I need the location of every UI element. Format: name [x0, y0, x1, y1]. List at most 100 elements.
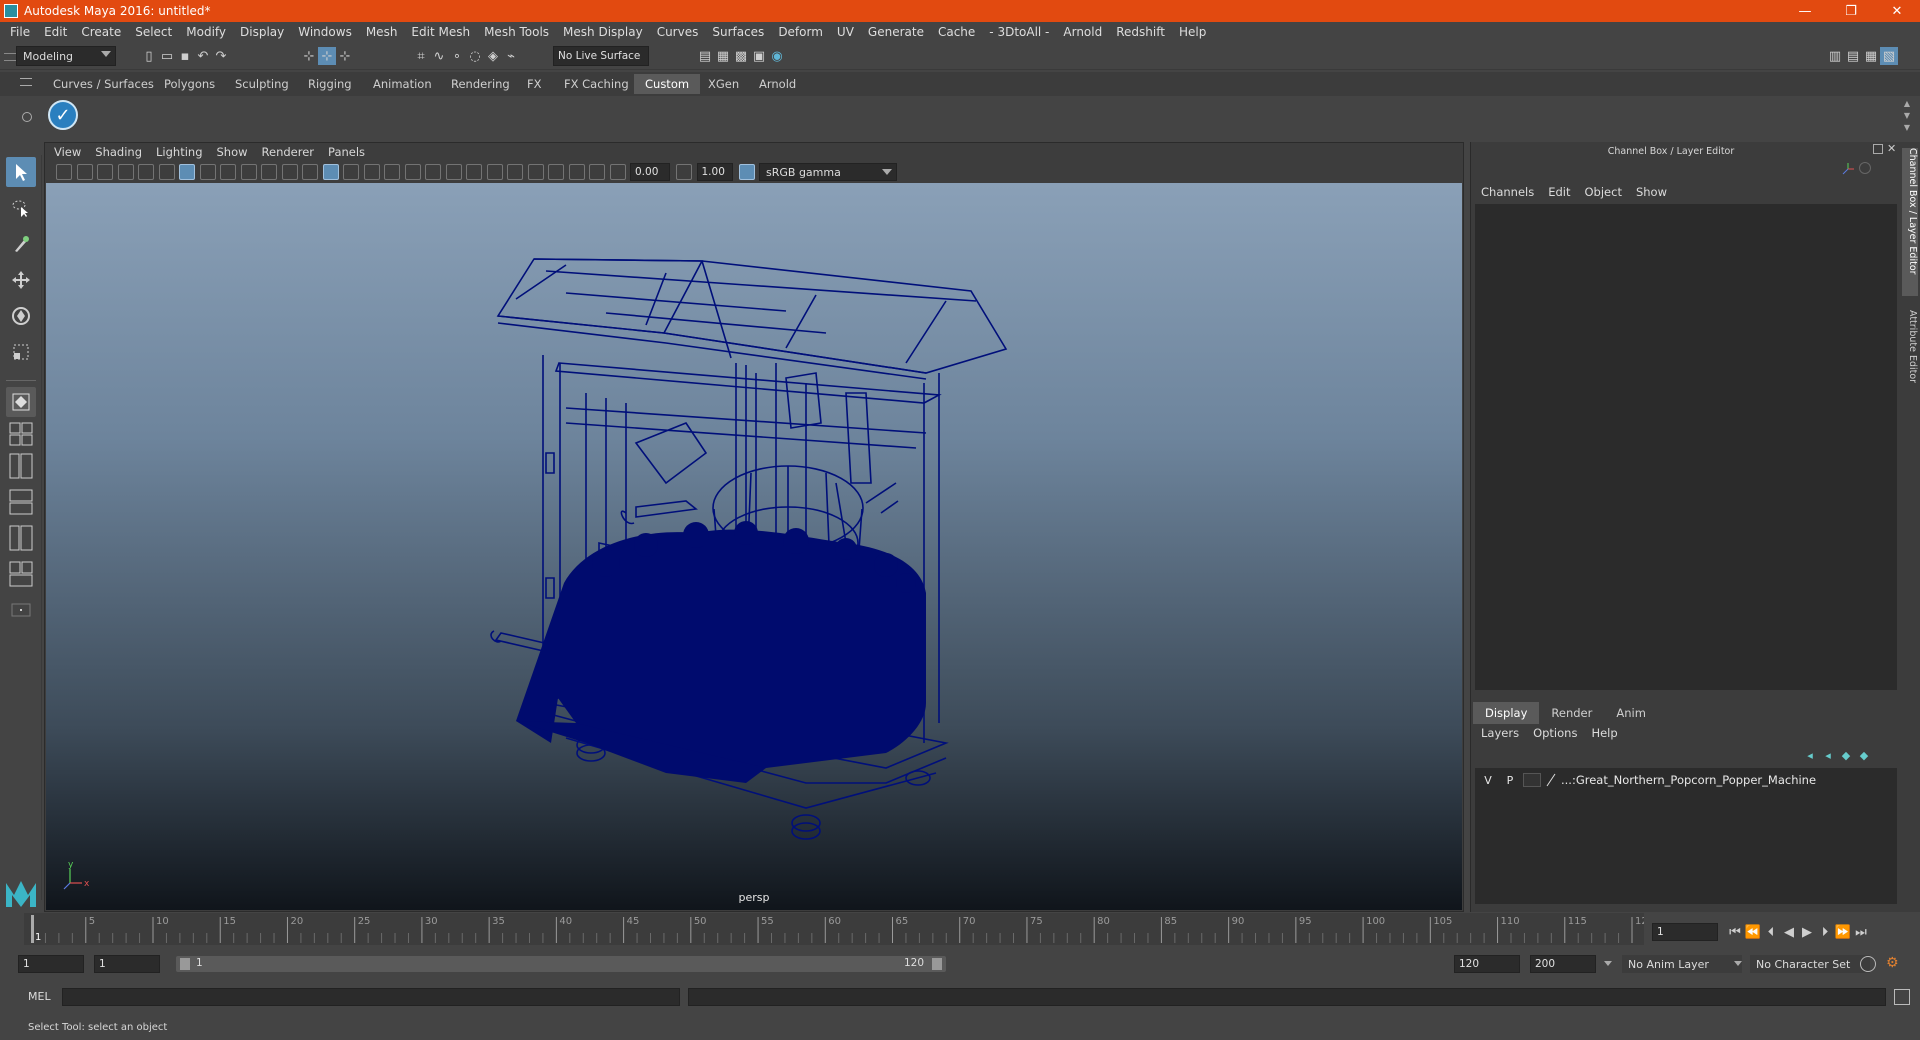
tool-settings-toggle-icon[interactable]: ▦: [1862, 47, 1880, 65]
paint-select-tool-icon[interactable]: [6, 229, 36, 259]
tab-fx-caching[interactable]: FX Caching: [553, 74, 640, 94]
screen-space-ao-icon[interactable]: [445, 164, 462, 180]
select-by-object-icon[interactable]: ⊹: [318, 47, 336, 65]
range-slider[interactable]: 1 120: [176, 956, 946, 972]
channel-box-menu-channels[interactable]: Channels: [1481, 185, 1534, 199]
move-layer-down-icon[interactable]: ◂: [1819, 746, 1837, 764]
menu-create[interactable]: Create: [81, 25, 121, 39]
playback-start-field[interactable]: 1: [94, 955, 160, 973]
hypershade-layout-icon[interactable]: [6, 523, 36, 553]
motion-blur-icon[interactable]: [466, 164, 482, 180]
persp-render-layout-icon[interactable]: [6, 559, 36, 589]
menu-arnold[interactable]: Arnold: [1063, 25, 1102, 39]
command-language-label[interactable]: MEL: [28, 990, 51, 1003]
checkmark-shelf-icon[interactable]: ✓: [48, 100, 78, 130]
layer-visibility-toggle[interactable]: V: [1479, 772, 1497, 788]
viewport-menu-shading[interactable]: Shading: [95, 145, 142, 159]
camera-lock-icon[interactable]: [76, 164, 93, 180]
play-backwards-icon[interactable]: ◀: [1780, 923, 1798, 941]
persp-outliner-layout-icon[interactable]: [6, 451, 36, 481]
range-start-handle[interactable]: [180, 958, 190, 970]
grease-pencil-icon[interactable]: [158, 164, 175, 180]
render-current-frame-icon[interactable]: ▦: [714, 47, 732, 65]
mode-dropdown[interactable]: Modeling: [16, 46, 116, 66]
tab-channel-box-layer-editor[interactable]: Channel Box / Layer Editor: [1902, 148, 1918, 296]
go-to-end-icon[interactable]: ⏭: [1852, 923, 1870, 941]
viewport-menu-renderer[interactable]: Renderer: [262, 145, 315, 159]
animation-preferences-icon[interactable]: ⚙: [1886, 955, 1899, 971]
single-perspective-layout-icon[interactable]: [6, 387, 36, 417]
menu-3dtoall[interactable]: - 3DtoAll -: [989, 25, 1049, 39]
rotate-tool-icon[interactable]: [6, 301, 36, 331]
menu-mesh-display[interactable]: Mesh Display: [563, 25, 643, 39]
gate-mask-icon[interactable]: [240, 164, 257, 180]
two-d-pan-icon[interactable]: [138, 164, 154, 180]
redo-icon[interactable]: ↷: [212, 47, 230, 65]
go-to-start-icon[interactable]: ⏮: [1726, 923, 1744, 941]
maximize-button[interactable]: ❐: [1828, 0, 1874, 22]
modeling-toolkit-icon[interactable]: ▥: [1826, 47, 1844, 65]
exposure-icon[interactable]: [609, 164, 626, 180]
step-forward-key-icon[interactable]: ⏩: [1834, 923, 1852, 941]
viewport-menu-view[interactable]: View: [54, 145, 81, 159]
close-button[interactable]: ✕: [1874, 0, 1920, 22]
current-time-indicator[interactable]: [31, 915, 34, 943]
wireframe-on-shaded-icon[interactable]: [363, 164, 380, 180]
menu-surfaces[interactable]: Surfaces: [712, 25, 764, 39]
xray-joints-icon[interactable]: [568, 164, 585, 180]
grid-toggle-icon[interactable]: [179, 164, 195, 180]
auto-key-icon[interactable]: [1860, 956, 1876, 972]
menu-uv[interactable]: UV: [837, 25, 854, 39]
speed-icon[interactable]: [1859, 162, 1871, 174]
menu-deform[interactable]: Deform: [778, 25, 823, 39]
tab-curves-surfaces[interactable]: Curves / Surfaces: [42, 74, 165, 94]
channel-list[interactable]: [1475, 204, 1897, 690]
layer-row[interactable]: V P ...:Great_Northern_Popcorn_Popper_Ma…: [1479, 771, 1816, 789]
menu-modify[interactable]: Modify: [186, 25, 226, 39]
tab-rendering[interactable]: Rendering: [440, 74, 521, 94]
shelf-menu-icon[interactable]: [20, 78, 32, 86]
script-editor-icon[interactable]: [1894, 989, 1910, 1005]
render-settings-icon[interactable]: ▤: [696, 47, 714, 65]
camera-select-icon[interactable]: [56, 164, 72, 180]
render-view-icon[interactable]: ▣: [750, 47, 768, 65]
shelf-settings-icon[interactable]: [22, 112, 32, 122]
layer-menu-options[interactable]: Options: [1533, 726, 1577, 740]
open-scene-icon[interactable]: ▭: [158, 47, 176, 65]
exposure-field[interactable]: 0.00: [630, 163, 670, 181]
snap-to-point-icon[interactable]: ∘: [448, 47, 466, 65]
step-forward-frame-icon[interactable]: ⏵: [1816, 923, 1834, 941]
channel-box-menu-object[interactable]: Object: [1585, 185, 1622, 199]
menu-display[interactable]: Display: [240, 25, 284, 39]
menu-file[interactable]: File: [10, 25, 30, 39]
tab-xgen[interactable]: XGen: [697, 74, 750, 94]
make-live-icon[interactable]: ◈: [484, 47, 502, 65]
viewport-menu-panels[interactable]: Panels: [328, 145, 365, 159]
undo-icon[interactable]: ↶: [194, 47, 212, 65]
new-layer-from-selection-icon[interactable]: ◆: [1855, 746, 1873, 764]
menu-generate[interactable]: Generate: [868, 25, 924, 39]
menu-select[interactable]: Select: [135, 25, 172, 39]
tab-rigging[interactable]: Rigging: [297, 74, 363, 94]
wireframe-icon[interactable]: [322, 164, 339, 180]
shelf-scroll-arrows[interactable]: ▲ ▼ ▼: [1902, 98, 1912, 134]
layer-playback-toggle[interactable]: P: [1501, 772, 1519, 788]
3d-viewport[interactable]: y x persp: [46, 183, 1462, 910]
four-view-layout-icon[interactable]: [6, 419, 36, 449]
save-scene-icon[interactable]: ▪: [176, 47, 194, 65]
move-layer-up-icon[interactable]: ◂: [1801, 746, 1819, 764]
tab-arnold[interactable]: Arnold: [748, 74, 807, 94]
gamma-icon[interactable]: [676, 164, 692, 180]
resolution-gate-icon[interactable]: [220, 164, 236, 180]
xray-components-icon[interactable]: [589, 164, 605, 180]
color-management-icon[interactable]: [738, 164, 755, 180]
menu-help[interactable]: Help: [1179, 25, 1206, 39]
bookmark-icon[interactable]: [97, 164, 113, 180]
tab-anim[interactable]: Anim: [1604, 702, 1658, 724]
layer-color-swatch[interactable]: [1523, 773, 1541, 787]
safe-action-icon[interactable]: [281, 164, 298, 180]
select-by-component-icon[interactable]: ⊹: [336, 47, 354, 65]
safe-title-icon[interactable]: [302, 164, 318, 180]
playback-end-field[interactable]: 120: [1454, 955, 1520, 973]
layer-menu-help[interactable]: Help: [1591, 726, 1617, 740]
